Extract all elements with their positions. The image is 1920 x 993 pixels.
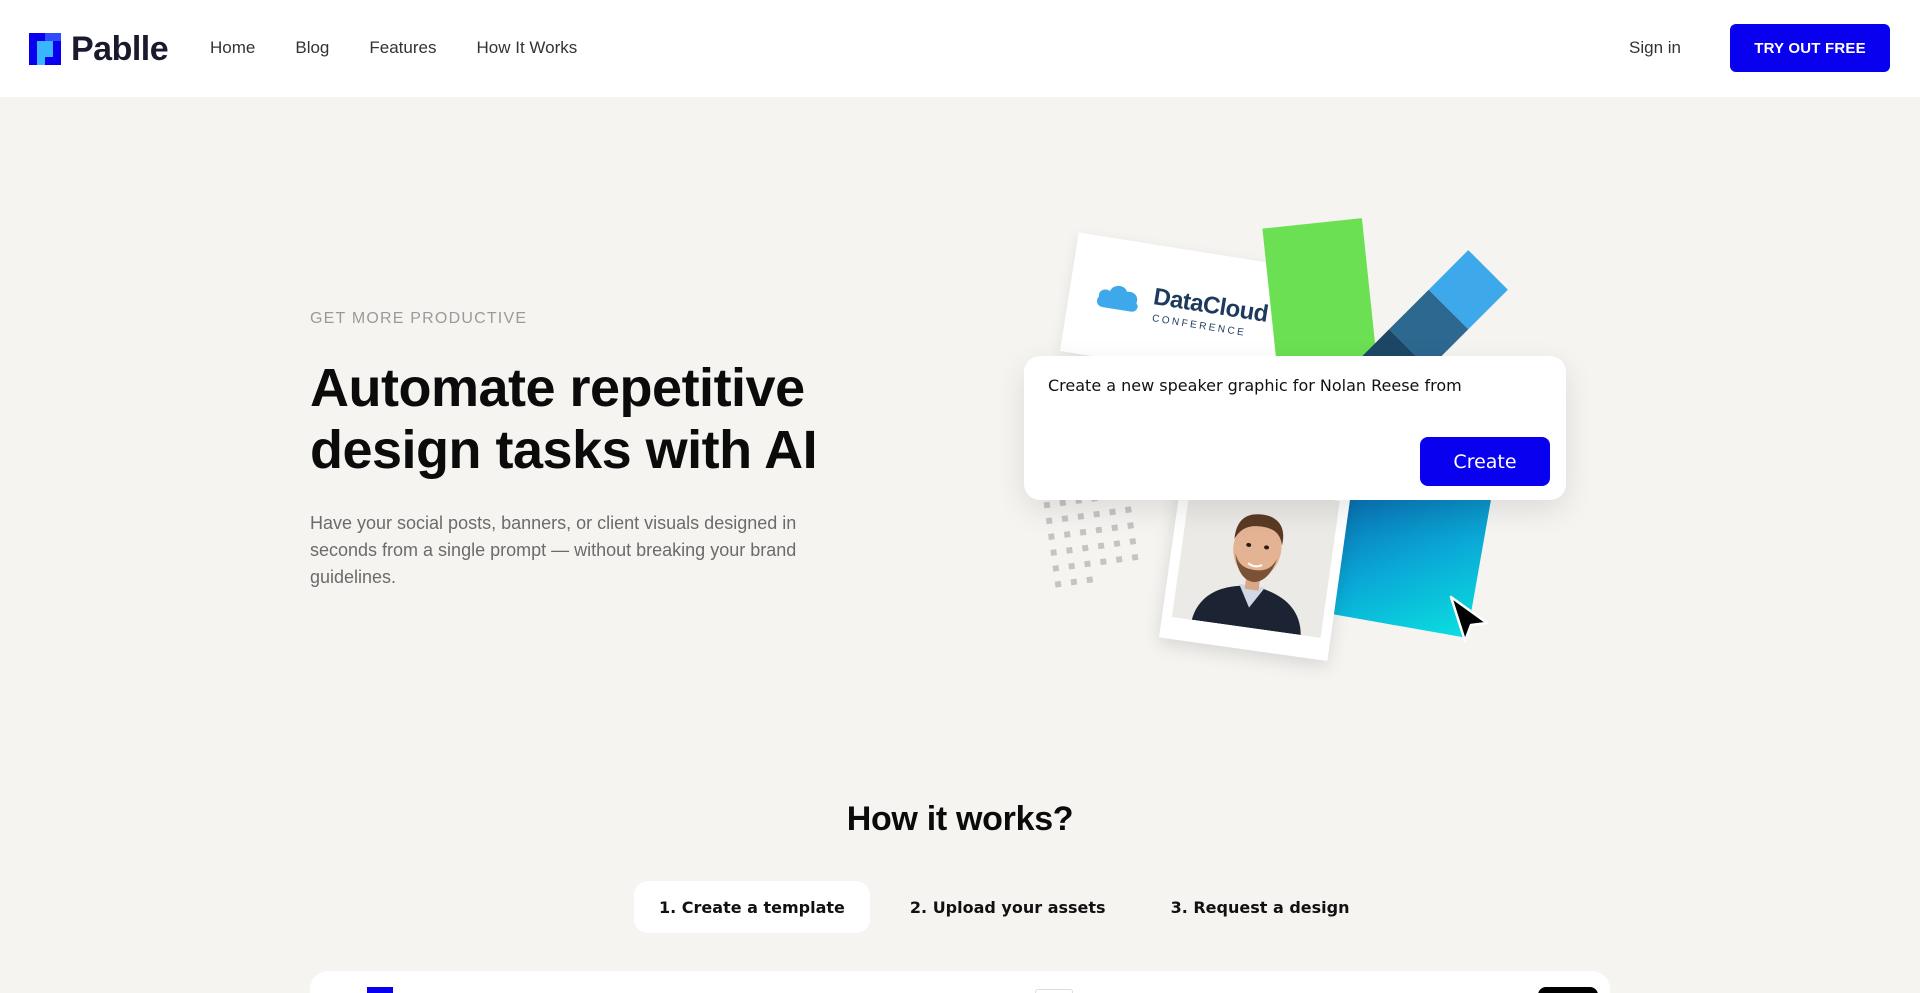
tab-upload-assets[interactable]: 2. Upload your assets bbox=[885, 881, 1131, 933]
green-shape bbox=[1262, 218, 1378, 378]
site-header: Pablle Home Blog Features How It Works S… bbox=[0, 0, 1920, 97]
try-out-free-button[interactable]: TRY OUT FREE bbox=[1730, 24, 1890, 72]
hero-eyebrow: GET MORE PRODUCTIVE bbox=[310, 310, 528, 327]
nav-features[interactable]: Features bbox=[369, 38, 436, 58]
nav-blog[interactable]: Blog bbox=[295, 38, 329, 58]
how-it-works-title: How it works? bbox=[846, 800, 1074, 838]
sign-in-link[interactable]: Sign in bbox=[1629, 38, 1681, 58]
tab-create-template[interactable]: 1. Create a template bbox=[634, 881, 870, 933]
brand-name: Pablle bbox=[71, 30, 169, 68]
prompt-input-text[interactable]: Create a new speaker graphic for Nolan R… bbox=[1048, 376, 1462, 395]
preview-input bbox=[1035, 989, 1073, 993]
main-nav: Home Blog Features How It Works bbox=[210, 38, 617, 58]
cloud-icon bbox=[1096, 285, 1138, 312]
logo-link[interactable]: Pablle bbox=[29, 30, 169, 68]
speaker-photo bbox=[1171, 480, 1340, 638]
tab-request-design[interactable]: 3. Request a design bbox=[1146, 881, 1375, 933]
nav-how-it-works[interactable]: How It Works bbox=[476, 38, 577, 58]
how-it-works-tabs: 1. Create a template 2. Upload your asse… bbox=[634, 881, 1375, 933]
cursor-arrow-icon bbox=[1449, 595, 1489, 643]
pablle-logo-icon bbox=[29, 33, 61, 65]
create-button[interactable]: Create bbox=[1420, 437, 1550, 486]
prompt-card: Create a new speaker graphic for Nolan R… bbox=[1024, 356, 1566, 500]
nav-home[interactable]: Home bbox=[210, 38, 255, 58]
hero-title: Automate repetitive design tasks with AI bbox=[310, 358, 818, 480]
app-preview bbox=[310, 971, 1610, 993]
preview-button bbox=[1538, 987, 1598, 993]
preview-logo-icon bbox=[367, 987, 393, 993]
dot-grid-decoration bbox=[1043, 490, 1139, 588]
hero-description: Have your social posts, banners, or clie… bbox=[310, 513, 797, 587]
